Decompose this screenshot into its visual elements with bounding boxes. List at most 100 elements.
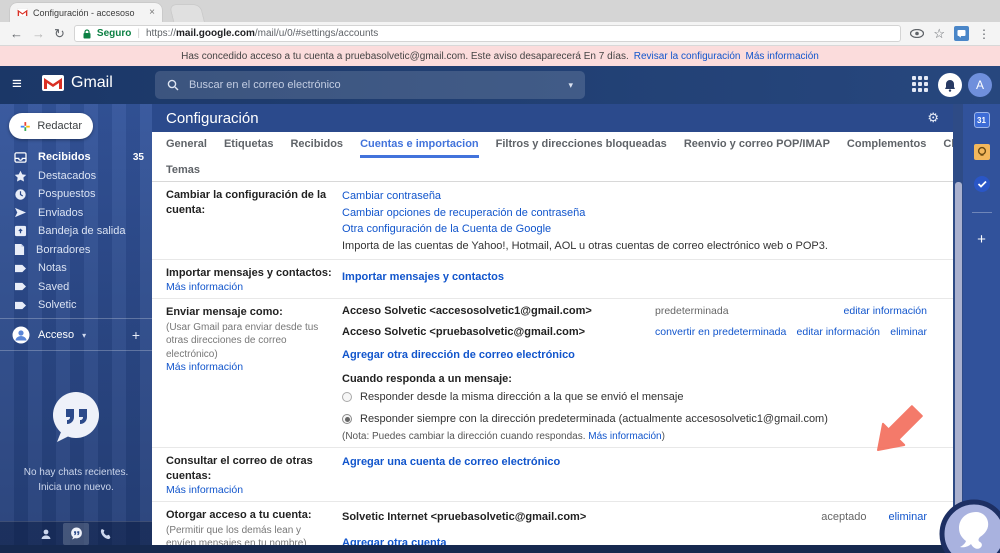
eliminar-acceso-link[interactable]: eliminar [888, 511, 927, 523]
vertical-scrollbar[interactable] [953, 104, 963, 545]
eye-icon[interactable] [910, 29, 925, 38]
sidebar-item-solvetic[interactable]: Solvetic [0, 296, 152, 315]
mas-informacion-link[interactable]: Más información [166, 281, 243, 293]
sidebar-item-bandeja-de-salida[interactable]: Bandeja de salida [0, 222, 152, 241]
label-icon [15, 283, 26, 291]
bookmark-star-icon[interactable]: ☆ [933, 27, 945, 40]
sidebar-item-label: Solvetic [38, 299, 77, 312]
settings-titlebar: Configuración ⚙ [152, 104, 953, 132]
sidebar-item-enviados[interactable]: Enviados [0, 204, 152, 223]
contacts-icon[interactable] [33, 523, 59, 545]
tab-complementos[interactable]: Complementos [847, 132, 926, 158]
gmail-sidebar: Redactar Recibidos 35 Destacados Pospues… [0, 104, 152, 545]
importar-mensajes-link[interactable]: Importar mensajes y contactos [342, 269, 927, 286]
review-config-link[interactable]: Revisar la configuración [634, 51, 741, 62]
hangouts-tab-icon[interactable] [63, 522, 89, 545]
browser-menu-icon[interactable]: ⋮ [978, 27, 990, 41]
mas-informacion-link[interactable]: Más información [166, 484, 243, 496]
editar-informacion-link[interactable]: editar información [797, 326, 880, 338]
tab-general[interactable]: General [166, 132, 207, 158]
sidebar-footer [0, 521, 152, 545]
keep-icon[interactable] [973, 144, 990, 160]
notification-bell-icon[interactable] [938, 73, 962, 97]
sidebar-item-destacados[interactable]: Destacados [0, 167, 152, 186]
back-icon[interactable]: ← [10, 27, 23, 40]
gmail-envelope-icon [42, 75, 64, 91]
add-addon-icon[interactable]: + [977, 231, 986, 248]
folder-list: Recibidos 35 Destacados Pospuestos Envia… [0, 148, 152, 315]
settings-panel: Configuración ⚙ General Etiquetas Recibi… [152, 104, 953, 545]
new-tab-button[interactable] [169, 5, 205, 22]
send-as-account-row: Acceso Solvetic <pruebasolvetic@gmail.co… [342, 326, 927, 338]
row-sublabel: (Permitir que los demás lean y envíen me… [166, 524, 307, 545]
calendar-icon[interactable]: 31 [973, 112, 990, 128]
tab-cuentas-e-importacion[interactable]: Cuentas e importacion [360, 132, 479, 158]
tab-recibidos[interactable]: Recibidos [290, 132, 343, 158]
new-chat-plus-icon[interactable]: + [132, 327, 140, 343]
close-tab-icon[interactable]: × [149, 7, 155, 18]
chat-account-row[interactable]: Acceso ▾ + [0, 322, 152, 348]
address-bar[interactable]: Seguro | https://mail.google.com/mail/u/… [73, 25, 902, 42]
account-avatar[interactable]: A [968, 73, 992, 97]
hangouts-bubble-icon [53, 392, 99, 442]
phone-icon[interactable] [93, 523, 119, 545]
brand-name: Gmail [71, 74, 113, 91]
settings-title: Configuración [166, 109, 259, 127]
browser-tab[interactable]: Configuración - accesoso × [10, 3, 162, 22]
tab-title: Configuración - accesoso [33, 7, 135, 18]
tab-filtros[interactable]: Filtros y direcciones bloqueadas [496, 132, 667, 158]
hamburger-icon[interactable]: ≡ [12, 74, 22, 94]
label-icon [15, 301, 26, 309]
granted-account-row: Solvetic Internet <pruebasolvetic@gmail.… [342, 511, 927, 523]
radio-selected[interactable] [342, 414, 352, 425]
tasks-icon[interactable] [973, 176, 990, 192]
agregar-direccion-link[interactable]: Agregar otra dirección de correo electró… [342, 347, 927, 364]
gmail-logo: Gmail [42, 74, 113, 92]
url-text: https://mail.google.com/mail/u/0/#settin… [146, 28, 378, 39]
browser-window: Configuración - accesoso × ← → ↻ Seguro … [0, 0, 1000, 553]
row-label: Cambiar la configuración de la cuenta: [166, 189, 327, 216]
sidebar-item-label: Bandeja de salida [38, 225, 126, 238]
tab-chat[interactable]: Chat [943, 132, 953, 158]
agregar-cuenta-correo-link[interactable]: Agregar una cuenta de correo electrónico [342, 454, 927, 471]
tab-etiquetas[interactable]: Etiquetas [224, 132, 274, 158]
bottom-edge [0, 545, 1000, 553]
tab-temas[interactable]: Temas [152, 158, 953, 182]
sidebar-item-saved[interactable]: Saved [0, 278, 152, 297]
clock-icon [15, 189, 26, 200]
otra-configuracion-link[interactable]: Otra configuración de la Cuenta de Googl… [342, 221, 927, 238]
sidebar-item-recibidos[interactable]: Recibidos 35 [0, 148, 152, 167]
more-info-link[interactable]: Más información [745, 51, 818, 62]
reply-option-row: Responder desde la misma dirección a la … [342, 391, 927, 403]
account-caret-icon: ▾ [82, 330, 87, 340]
agregar-otra-cuenta-link[interactable]: Agregar otra cuenta [342, 535, 927, 545]
security-label: Seguro [96, 28, 132, 39]
row-label: Consultar el correo de otras cuentas: [166, 455, 313, 483]
sidebar-item-borradores[interactable]: Borradores [0, 241, 152, 260]
compose-button[interactable]: Redactar [9, 113, 93, 139]
sidebar-item-notas[interactable]: Notas [0, 259, 152, 278]
scrollbar-thumb[interactable] [954, 182, 962, 545]
search-input[interactable]: Buscar en el correo electrónico ▾ [155, 71, 585, 99]
extension-icon[interactable] [954, 26, 969, 41]
convertir-predeterminada-link[interactable]: convertir en predeterminada [655, 326, 786, 338]
opciones-recuperacion-link[interactable]: Cambiar opciones de recuperación de cont… [342, 205, 927, 222]
search-options-caret-icon[interactable]: ▾ [568, 80, 573, 91]
mas-informacion-link[interactable]: Más información [166, 361, 243, 373]
eliminar-link[interactable]: eliminar [890, 326, 927, 338]
chat-empty-line2: Inicia uno nuevo. [38, 482, 114, 493]
sidebar-item-label: Destacados [38, 169, 97, 182]
gear-icon[interactable]: ⚙ [927, 110, 939, 126]
reload-icon[interactable]: ↻ [54, 27, 65, 40]
reply-option-row: Responder siempre con la dirección prede… [342, 413, 927, 425]
editar-informacion-link[interactable]: editar información [844, 305, 927, 317]
radio-unselected[interactable] [342, 392, 352, 403]
tab-reenvio-pop-imap[interactable]: Reenvio y correo POP/IMAP [684, 132, 830, 158]
cambiar-contrasena-link[interactable]: Cambiar contraseña [342, 188, 927, 205]
addons-rail: 31 + [963, 104, 1000, 545]
forward-icon[interactable]: → [32, 27, 45, 40]
url-scheme: https:// [145, 28, 176, 39]
apps-grid-icon[interactable] [912, 76, 930, 94]
mas-informacion-link[interactable]: Más información [588, 431, 661, 442]
sidebar-item-pospuestos[interactable]: Pospuestos [0, 185, 152, 204]
